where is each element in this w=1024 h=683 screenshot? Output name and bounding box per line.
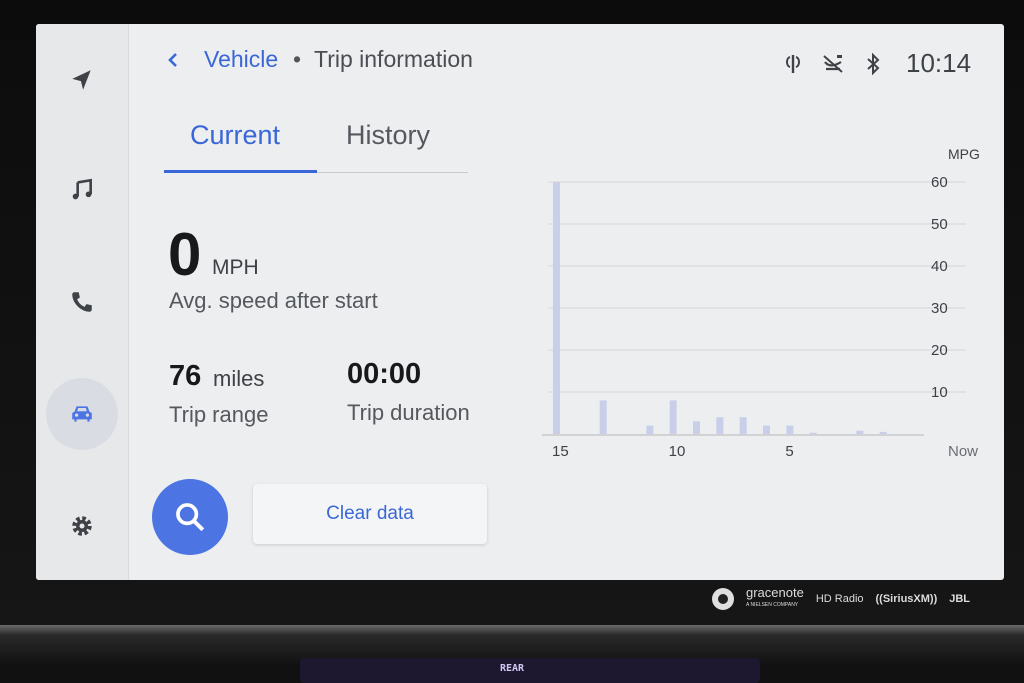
rear-label: REAR (500, 663, 525, 674)
chart-y-ticks: 10 20 30 40 50 60 (931, 174, 948, 401)
chart-x-ticks: 15 10 5 Now (552, 443, 978, 460)
seatbelt-off-icon (823, 55, 843, 73)
chart-y-tick-label: 20 (931, 342, 948, 359)
brand-strip: gracenote A NIELSEN COMPANY HD Radio ((S… (712, 584, 1012, 614)
trip-range-unit: miles (213, 366, 265, 391)
chart-bar (786, 425, 794, 434)
sidebar-item-phone[interactable] (52, 272, 112, 332)
gracenote-logo-icon (712, 588, 734, 610)
chart-y-axis-label: MPG (948, 146, 980, 162)
trip-range-value: 76 (169, 360, 202, 392)
chart-bar (553, 182, 560, 434)
tab-current[interactable]: Current (190, 120, 280, 151)
chart-y-tick-label: 10 (931, 384, 948, 401)
mpg-chart: MPG 10 20 30 40 50 60 15 10 5 Now (542, 146, 980, 460)
music-icon (72, 178, 92, 200)
sidebar-item-navigation[interactable] (52, 50, 112, 110)
gracenote-name: gracenote (746, 585, 804, 600)
trip-range-label: Trip range (169, 402, 269, 427)
breadcrumb-separator: • (293, 46, 302, 72)
wireless-charging-icon (786, 55, 800, 73)
navigation-icon (72, 70, 91, 90)
chart-y-tick-label: 60 (931, 174, 948, 191)
status-bar (781, 52, 885, 78)
chart-bar (739, 417, 747, 434)
clear-data-button[interactable]: Clear data (253, 484, 487, 544)
climate-display: REAR (300, 658, 760, 683)
avg-speed-label: Avg. speed after start (169, 288, 378, 313)
back-button[interactable] (162, 48, 184, 72)
gear-icon (72, 516, 92, 536)
tab-history[interactable]: History (346, 120, 430, 151)
siriusxm-logo: ((SiriusXM)) (875, 593, 938, 605)
chart-x-tick-label: Now (948, 443, 978, 460)
car-icon (72, 406, 92, 422)
active-tab-indicator (164, 170, 317, 173)
chart-y-tick-label: 30 (931, 300, 948, 317)
hd-radio-logo: HD Radio (815, 593, 864, 605)
chart-bar (599, 400, 607, 434)
chart-bar (809, 432, 817, 434)
jbl-logo: JBL (949, 593, 971, 605)
chart-x-tick-label: 5 (785, 443, 793, 460)
search-button[interactable] (152, 479, 228, 555)
phone-icon (72, 292, 92, 312)
chart-bar (693, 421, 700, 434)
avg-speed-unit: MPH (212, 256, 259, 279)
chart-bar (646, 425, 654, 434)
sidebar-item-music[interactable] (52, 160, 112, 220)
avg-speed-value: 0 (168, 221, 202, 288)
chart-bar (669, 400, 677, 434)
gracenote-logo-text: gracenote A NIELSEN COMPANY (746, 585, 804, 611)
chart-x-tick-label: 15 (552, 443, 569, 460)
sidebar-item-vehicle[interactable] (46, 378, 118, 450)
sidebar (36, 24, 129, 580)
chart-bar (879, 431, 887, 434)
chevron-left-icon (168, 53, 177, 67)
chart-y-tick-label: 40 (931, 258, 948, 275)
breadcrumb-vehicle-link[interactable]: Vehicle (204, 46, 278, 73)
trip-duration-label: Trip duration (347, 400, 470, 425)
chart-grid (542, 181, 966, 436)
chart-bar (716, 417, 724, 434)
trip-duration-value: 00:00 (347, 358, 422, 390)
gracenote-subtitle: A NIELSEN COMPANY (746, 602, 799, 608)
infotainment-screen: Vehicle • Trip information 10:14 Current… (36, 24, 1004, 580)
search-icon (176, 503, 205, 532)
bluetooth-icon (867, 52, 880, 76)
chart-bar (856, 430, 864, 434)
clock: 10:14 (906, 48, 972, 78)
chart-y-tick-label: 50 (931, 216, 948, 233)
page-title: Trip information (314, 46, 473, 72)
chart-x-tick-label: 10 (669, 443, 686, 460)
sidebar-item-settings[interactable] (52, 496, 112, 556)
chart-bar (763, 425, 770, 434)
